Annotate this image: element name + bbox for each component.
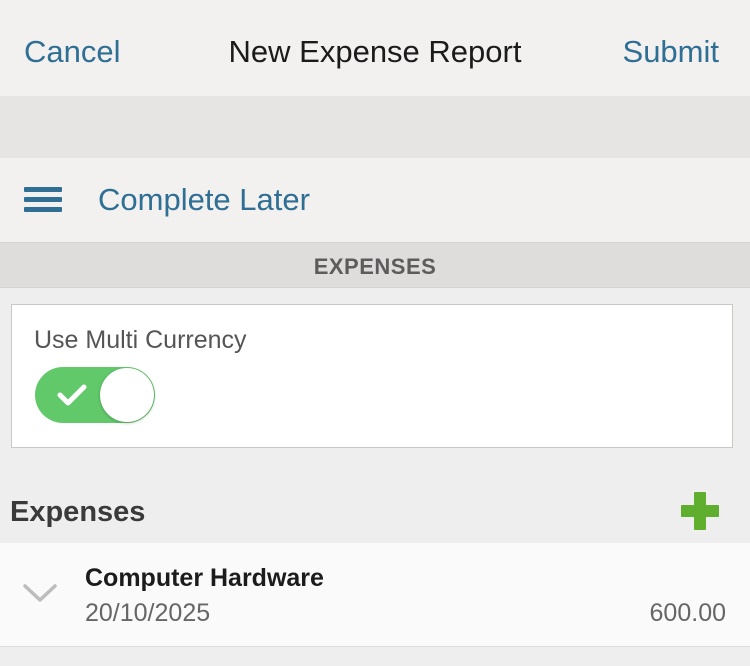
expenses-list-title: Expenses xyxy=(10,496,146,528)
hamburger-menu-icon[interactable] xyxy=(24,187,62,213)
checkmark-icon xyxy=(57,384,87,406)
top-navigation-bar: Cancel New Expense Report Submit xyxy=(0,0,750,96)
chevron-down-icon[interactable] xyxy=(22,583,58,603)
multi-currency-toggle[interactable] xyxy=(35,367,155,423)
multi-currency-card: Use Multi Currency xyxy=(11,304,733,448)
expense-name: Computer Hardware xyxy=(85,564,324,592)
expenses-section-header: EXPENSES xyxy=(0,242,750,288)
complete-later-button[interactable]: Complete Later xyxy=(98,182,310,218)
multi-currency-label: Use Multi Currency xyxy=(34,326,247,354)
toggle-knob xyxy=(100,368,154,422)
expense-date: 20/10/2025 xyxy=(85,599,211,627)
section-title: EXPENSES xyxy=(313,254,437,279)
expense-amount: 600.00 xyxy=(649,599,726,627)
header-spacer-band xyxy=(0,96,750,158)
add-expense-plus-icon[interactable] xyxy=(681,492,719,530)
submit-button[interactable]: Submit xyxy=(623,34,719,70)
expense-list-item[interactable]: Computer Hardware 20/10/2025 600.00 xyxy=(0,543,750,647)
